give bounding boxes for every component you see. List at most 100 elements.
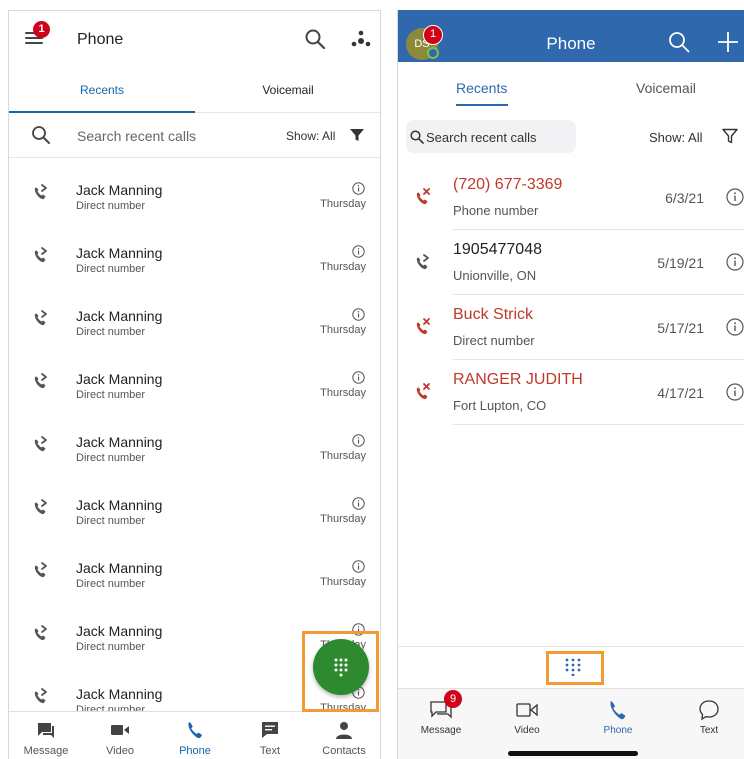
nav-phone[interactable]: Phone — [158, 712, 232, 759]
call-list-item[interactable]: Jack Manning Direct number Thursday — [9, 474, 380, 537]
nav-text[interactable]: Text — [233, 712, 307, 759]
call-list-item[interactable]: (720) 677-3369 Phone number 6/3/21 — [398, 165, 744, 230]
show-filter-label[interactable]: Show: All — [286, 129, 335, 143]
call-list-item[interactable]: Buck Strick Direct number 5/17/21 — [398, 295, 744, 360]
contact-detail: Direct number — [76, 263, 146, 275]
contact-name: Buck Strick — [453, 306, 534, 323]
tab-voicemail[interactable]: Voicemail — [195, 83, 380, 97]
call-list-item[interactable]: Jack Manning Direct number Thursday — [9, 411, 380, 474]
search-icon[interactable] — [668, 31, 690, 53]
show-filter-label[interactable]: Show: All — [649, 130, 702, 145]
nav-contacts[interactable]: Contacts — [307, 712, 380, 759]
text-icon — [260, 720, 280, 740]
contact-name: Jack Manning — [76, 371, 163, 387]
nav-text[interactable]: Text — [666, 689, 744, 749]
call-list-item[interactable]: Jack Manning Direct number Thursday — [9, 348, 380, 411]
incoming-call-icon — [31, 245, 51, 265]
contact-detail: Direct number — [76, 578, 146, 590]
nav-message[interactable]: Message — [9, 712, 83, 759]
bottom-navigation: Message Video Phone Text Contacts — [9, 711, 380, 759]
nav-phone[interactable]: Phone — [575, 689, 661, 749]
contact-detail: Direct number — [76, 452, 146, 464]
tab-recents[interactable]: Recents — [9, 83, 195, 97]
dialpad-button[interactable] — [313, 639, 369, 695]
search-input[interactable]: Search recent calls — [77, 128, 196, 144]
call-day: Thursday — [320, 576, 366, 588]
nav-label: Text — [699, 725, 719, 736]
contact-name: Jack Manning — [76, 182, 163, 198]
info-icon[interactable] — [726, 188, 744, 206]
right-phone-screen: DS 1 Phone Recents Voicemail Search rece… — [397, 10, 744, 759]
info-icon[interactable] — [352, 560, 365, 573]
tab-recents[interactable]: Recents — [456, 80, 507, 96]
row-divider — [453, 424, 744, 425]
info-icon[interactable] — [352, 182, 365, 195]
call-date: 5/17/21 — [657, 320, 704, 336]
info-icon[interactable] — [352, 434, 365, 447]
info-icon[interactable] — [352, 497, 365, 510]
filter-icon[interactable] — [350, 128, 364, 142]
nav-label: Contacts — [322, 745, 366, 757]
search-icon — [32, 126, 50, 144]
message-icon — [36, 720, 56, 740]
info-icon[interactable] — [726, 318, 744, 336]
contact-name: RANGER JUDITH — [453, 371, 583, 388]
contact-detail: Direct number — [76, 200, 146, 212]
call-day: Thursday — [320, 387, 366, 399]
nav-video[interactable]: Video — [484, 689, 570, 749]
dialpad-icon — [334, 658, 348, 677]
unread-badge: 9 — [444, 690, 462, 708]
contact-detail: Direct number — [453, 333, 535, 348]
nav-label: Phone — [179, 745, 211, 757]
call-list-item[interactable]: RANGER JUDITH Fort Lupton, CO 4/17/21 — [398, 360, 744, 425]
tab-voicemail[interactable]: Voicemail — [636, 80, 696, 96]
nav-message[interactable]: Message 9 — [398, 689, 484, 749]
contact-name: 1905477048 — [453, 241, 542, 258]
tab-bar: Recents Voicemail — [9, 73, 380, 113]
call-day: Thursday — [320, 198, 366, 210]
contact-name: Jack Manning — [76, 560, 163, 576]
presence-menu-icon[interactable] — [349, 27, 373, 51]
contact-name: Jack Manning — [76, 497, 163, 513]
filter-icon[interactable] — [722, 128, 738, 144]
search-input[interactable]: Search recent calls — [426, 130, 537, 145]
info-icon[interactable] — [352, 371, 365, 384]
missed-call-icon — [413, 187, 433, 207]
info-icon[interactable] — [352, 308, 365, 321]
notification-badge: 1 — [33, 21, 50, 38]
call-list-item[interactable]: 1905477048 Unionville, ON 5/19/21 — [398, 230, 744, 295]
nav-label: Message — [23, 745, 69, 757]
search-bar[interactable]: Search recent calls — [406, 120, 576, 153]
search-icon[interactable] — [304, 28, 326, 50]
contact-detail: Phone number — [453, 203, 539, 218]
info-icon[interactable] — [352, 245, 365, 258]
call-list-item[interactable]: Jack Manning Direct number Thursday — [9, 159, 380, 222]
add-icon[interactable] — [716, 30, 740, 54]
call-list-item[interactable]: Jack Manning Direct number Thursday — [9, 285, 380, 348]
call-date: 6/3/21 — [665, 190, 704, 206]
nav-label: Message — [420, 725, 462, 736]
incoming-call-icon — [31, 308, 51, 328]
contact-name: Jack Manning — [76, 434, 163, 450]
incoming-call-icon — [31, 371, 51, 391]
nav-video[interactable]: Video — [83, 712, 157, 759]
search-icon — [410, 130, 424, 144]
info-icon[interactable] — [726, 383, 744, 401]
incoming-call-icon — [413, 252, 433, 272]
tab-active-indicator — [9, 111, 195, 113]
contact-detail: Unionville, ON — [453, 268, 537, 283]
incoming-call-icon — [31, 434, 51, 454]
contact-name: Jack Manning — [76, 686, 163, 702]
call-list-item[interactable]: Jack Manning Direct number Thursday — [9, 222, 380, 285]
page-title: Phone — [77, 31, 124, 48]
contact-name: (720) 677-3369 — [453, 176, 563, 193]
call-day: Thursday — [320, 324, 366, 336]
nav-label: Video — [514, 725, 540, 736]
contact-name: Jack Manning — [76, 623, 163, 639]
page-title: Phone — [546, 34, 596, 53]
info-icon[interactable] — [726, 253, 744, 271]
nav-label: Video — [106, 745, 134, 757]
call-list-item[interactable]: Jack Manning Direct number Thursday — [9, 537, 380, 600]
dialpad-icon[interactable] — [564, 658, 582, 676]
contact-detail: Direct number — [76, 389, 146, 401]
